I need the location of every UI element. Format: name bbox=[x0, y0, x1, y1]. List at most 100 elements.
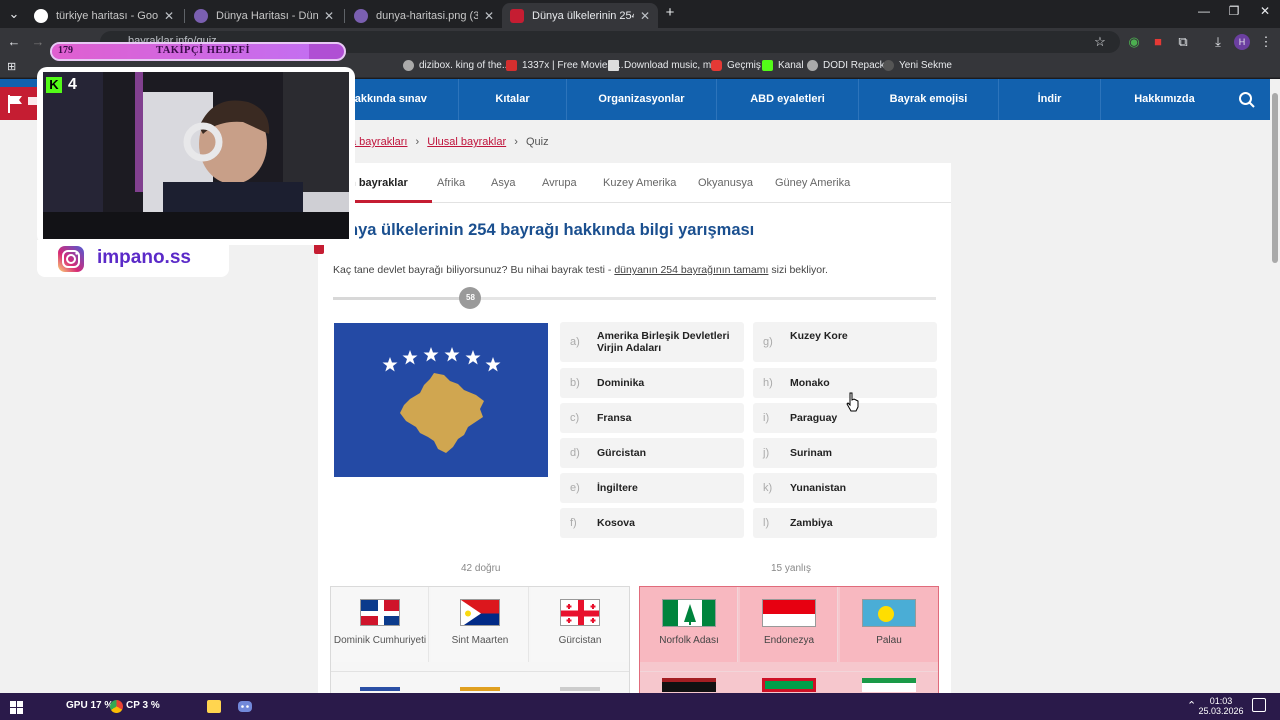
search-icon[interactable] bbox=[1238, 91, 1256, 109]
flag-card-partial bbox=[460, 687, 500, 691]
breadcrumb-link[interactable]: Ulusal bayraklar bbox=[427, 136, 506, 148]
bookmark-item[interactable]: Yeni Sekme bbox=[883, 60, 952, 71]
taskbar-clock[interactable]: 01:03 25.03.2026 bbox=[1196, 696, 1246, 716]
instagram-icon bbox=[58, 246, 84, 272]
bookmark-item[interactable]: Geçmiş bbox=[711, 60, 761, 71]
tab-title: dunya-haritasi.png (3904×2551 bbox=[376, 9, 478, 22]
globe-icon bbox=[807, 60, 818, 71]
answer-option[interactable]: b) Dominika bbox=[560, 368, 744, 398]
answer-option[interactable]: c) Fransa bbox=[560, 403, 744, 433]
globe-icon bbox=[883, 60, 894, 71]
progress-fill bbox=[333, 297, 471, 300]
tab-all-flags[interactable]: m bayraklar bbox=[346, 177, 408, 189]
flag-name: Norfolk Adası bbox=[659, 635, 719, 646]
tab-dunya-haritasi[interactable]: Dünya Haritası - Dünya Siyasi H ✕ bbox=[186, 3, 342, 28]
nav-item-us-states[interactable]: ABD eyaletleri bbox=[716, 79, 858, 120]
bookmark-item[interactable]: 1337x | Free Movies,... bbox=[506, 60, 624, 71]
bookmark-star-icon[interactable]: ☆ bbox=[1092, 34, 1108, 50]
nav-item-download[interactable]: İndir bbox=[998, 79, 1100, 120]
nav-item-organizations[interactable]: Organizasyonlar bbox=[566, 79, 716, 120]
nav-item-flag-emoji[interactable]: Bayrak emojisi bbox=[858, 79, 998, 120]
tab-oceania[interactable]: Okyanusya bbox=[698, 177, 753, 189]
follower-count: 179 bbox=[58, 45, 73, 56]
tab-asia[interactable]: Asya bbox=[491, 177, 515, 189]
back-icon[interactable]: ← bbox=[6, 34, 22, 50]
answer-option[interactable]: g) Kuzey Kore bbox=[753, 322, 937, 362]
nav-item-about[interactable]: Hakkımızda bbox=[1100, 79, 1228, 120]
close-window-button[interactable]: ✕ bbox=[1250, 4, 1280, 18]
browser-tabstrip: ⌄ türkiye haritası - Google'da Ara ✕ Dün… bbox=[0, 0, 1280, 28]
windows-start-icon[interactable] bbox=[10, 701, 23, 714]
tray-chevron-icon[interactable]: ⌃ bbox=[1187, 699, 1196, 712]
scrollbar-thumb[interactable] bbox=[1272, 93, 1278, 263]
flag-card-partial bbox=[560, 687, 600, 691]
extension-icon[interactable]: ■ bbox=[1150, 34, 1166, 50]
profile-avatar[interactable]: H bbox=[1234, 34, 1250, 50]
tab-south-america[interactable]: Güney Amerika bbox=[775, 177, 850, 189]
forward-icon[interactable]: → bbox=[30, 34, 46, 50]
bookmark-item[interactable]: Kanal bbox=[762, 60, 804, 71]
youtube-icon bbox=[711, 60, 722, 71]
discord-icon[interactable] bbox=[237, 700, 253, 713]
all-flags-link[interactable]: dünyanın 254 bayrağının tamamı bbox=[614, 264, 768, 276]
chrome-taskbar-icon[interactable] bbox=[110, 700, 123, 713]
indonesia-flag-icon bbox=[762, 599, 816, 627]
app-taskbar-icon[interactable] bbox=[207, 700, 221, 713]
close-icon[interactable]: ✕ bbox=[324, 9, 334, 23]
answer-option[interactable]: j) Surinam bbox=[753, 438, 937, 468]
tab-north-america[interactable]: Kuzey Amerika bbox=[603, 177, 676, 189]
breadcrumb-separator: › bbox=[415, 136, 420, 148]
new-tab-button[interactable]: + bbox=[662, 5, 678, 21]
extensions-puzzle-icon[interactable]: ⧉ bbox=[1175, 34, 1191, 50]
restore-button[interactable]: ❐ bbox=[1219, 4, 1249, 18]
answer-option[interactable]: i) Paraguay bbox=[753, 403, 937, 433]
answer-option[interactable]: k) Yunanistan bbox=[753, 473, 937, 503]
quiz-title: nya ülkelerinin 254 bayrağı hakkında bil… bbox=[348, 221, 755, 239]
flag-card: Dominik Cumhuriyeti bbox=[331, 587, 429, 662]
tab-europe[interactable]: Avrupa bbox=[542, 177, 577, 189]
menu-icon[interactable]: ⋮ bbox=[1258, 34, 1274, 50]
minimize-button[interactable]: — bbox=[1189, 4, 1219, 18]
follower-goal-bar: 179 TAKİPÇİ HEDEFİ bbox=[50, 42, 346, 61]
bookmark-item[interactable]: Download music, m... bbox=[608, 60, 720, 71]
tab-google-search[interactable]: türkiye haritası - Google'da Ara ✕ bbox=[26, 3, 182, 28]
google-icon bbox=[34, 8, 48, 23]
tab-title: Dünya ülkelerinin 254 bayrağı h bbox=[532, 9, 634, 22]
tab-africa[interactable]: Afrika bbox=[437, 177, 465, 189]
site-logo[interactable] bbox=[0, 87, 42, 120]
nav-item-continents[interactable]: Kıtalar bbox=[458, 79, 566, 120]
flag-card: Gürcistan bbox=[531, 587, 629, 662]
sint-maarten-flag-icon bbox=[460, 599, 500, 626]
flag-card: Norfolk Adası bbox=[640, 587, 738, 662]
grid-row-divider bbox=[331, 671, 629, 672]
quiz-card: m bayraklar Afrika Asya Avrupa Kuzey Ame… bbox=[314, 163, 951, 693]
bookmark-item[interactable]: DODI Repacks bbox=[807, 60, 890, 71]
tab-png-image[interactable]: dunya-haritasi.png (3904×2551 ✕ bbox=[346, 3, 502, 28]
answer-option[interactable]: e) İngiltere bbox=[560, 473, 744, 503]
windows-taskbar: GPU 17 % CP 3 % ⌃ 01:03 25.03.2026 bbox=[0, 693, 1280, 720]
apps-icon[interactable]: ⊞ bbox=[7, 60, 16, 73]
breadcrumb-link[interactable]: a bayrakları bbox=[350, 136, 407, 148]
download-icon[interactable]: ⤓ bbox=[1210, 34, 1226, 50]
flag-name: Sint Maarten bbox=[451, 635, 509, 646]
nav-item-quiz[interactable]: hakkında sınav bbox=[346, 79, 458, 120]
answer-option[interactable]: f) Kosova bbox=[560, 508, 744, 538]
streamer-webcam-image bbox=[43, 72, 349, 239]
tab-search-icon[interactable]: ⌄ bbox=[6, 6, 22, 22]
flag-site-icon bbox=[510, 8, 524, 23]
answer-option[interactable]: a) Amerika Birleşik Devletleri Virjin Ad… bbox=[560, 322, 744, 362]
mouse-cursor-icon bbox=[846, 392, 859, 412]
webcam-feed bbox=[43, 72, 349, 239]
close-icon[interactable]: ✕ bbox=[164, 9, 174, 23]
answer-option[interactable]: l) Zambiya bbox=[753, 508, 937, 538]
answer-option[interactable]: h) Monako bbox=[753, 368, 937, 398]
extension-icon[interactable]: ◉ bbox=[1126, 34, 1142, 50]
page-scrollbar[interactable] bbox=[1270, 79, 1280, 693]
notification-icon[interactable] bbox=[1252, 698, 1266, 712]
answer-option[interactable]: d) Gürcistan bbox=[560, 438, 744, 468]
site-icon bbox=[194, 8, 208, 23]
bookmark-item[interactable]: dizibox. king of the... bbox=[403, 60, 510, 71]
tab-quiz-active[interactable]: Dünya ülkelerinin 254 bayrağı h ✕ bbox=[502, 3, 658, 28]
close-icon[interactable]: ✕ bbox=[640, 9, 650, 23]
close-icon[interactable]: ✕ bbox=[484, 9, 494, 23]
